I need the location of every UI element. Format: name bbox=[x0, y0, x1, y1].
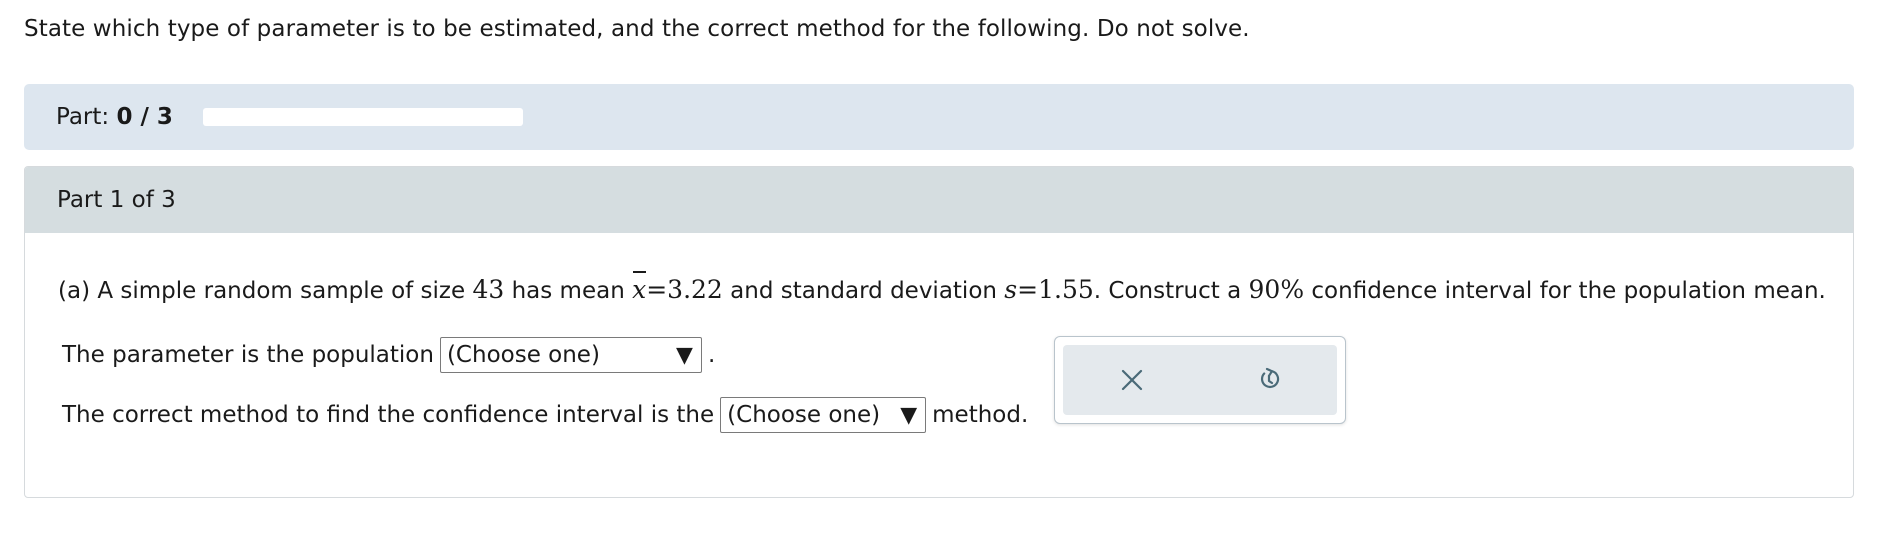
question-text: (a) A simple random sample of size 43 ha… bbox=[58, 271, 1826, 304]
xbar-symbol: x bbox=[632, 271, 647, 304]
parameter-select[interactable]: (Choose one) ▼ bbox=[439, 337, 702, 373]
sample-size: 43 bbox=[472, 275, 505, 304]
method-select[interactable]: (Choose one) ▼ bbox=[720, 397, 927, 433]
answer-actions-toolbar bbox=[1063, 345, 1337, 415]
dropdown-arrow-icon: ▼ bbox=[676, 342, 693, 368]
parameter-row: The parameter is the population (Choose … bbox=[62, 337, 715, 373]
method-row: The correct method to find the confidenc… bbox=[62, 397, 1028, 433]
progress-label-text: Part: bbox=[56, 104, 110, 130]
clear-button[interactable] bbox=[1112, 360, 1152, 400]
progress-bar: Part: 0 / 3 bbox=[24, 84, 1854, 150]
reset-button[interactable] bbox=[1249, 360, 1289, 400]
mean-text: has mean bbox=[511, 278, 625, 304]
progress-label: Part: 0 / 3 bbox=[56, 104, 173, 130]
answer-actions-panel bbox=[1054, 336, 1346, 424]
construct-text: . Construct a bbox=[1093, 278, 1242, 304]
progress-track bbox=[202, 108, 523, 126]
progress-value: 0 / 3 bbox=[116, 104, 173, 130]
parameter-select-value: (Choose one) bbox=[446, 342, 600, 368]
part-header: Part 1 of 3 bbox=[25, 167, 1853, 233]
sd-text: and standard deviation bbox=[730, 278, 997, 304]
standard-deviation: 1.55 bbox=[1038, 275, 1094, 304]
method-suffix: method. bbox=[932, 402, 1029, 428]
close-icon bbox=[1121, 369, 1142, 391]
parameter-label: The parameter is the population bbox=[62, 342, 434, 368]
dropdown-arrow-icon: ▼ bbox=[900, 402, 918, 428]
method-label: The correct method to find the confidenc… bbox=[62, 402, 715, 428]
confidence-level: 90% bbox=[1248, 275, 1305, 304]
equals-sign: = bbox=[646, 275, 668, 304]
sample-mean: 3.22 bbox=[667, 275, 723, 304]
question-prefix: (a) A simple random sample of size bbox=[58, 278, 466, 304]
equals-sign: = bbox=[1017, 275, 1039, 304]
question-suffix: confidence interval for the population m… bbox=[1311, 278, 1826, 304]
s-symbol: s bbox=[1004, 275, 1018, 304]
part-card: Part 1 of 3 (a) A simple random sample o… bbox=[24, 166, 1854, 498]
undo-icon bbox=[1260, 367, 1279, 389]
parameter-period: . bbox=[707, 342, 716, 368]
method-select-value: (Choose one) bbox=[727, 402, 881, 428]
instructions-text: State which type of parameter is to be e… bbox=[24, 16, 1250, 42]
